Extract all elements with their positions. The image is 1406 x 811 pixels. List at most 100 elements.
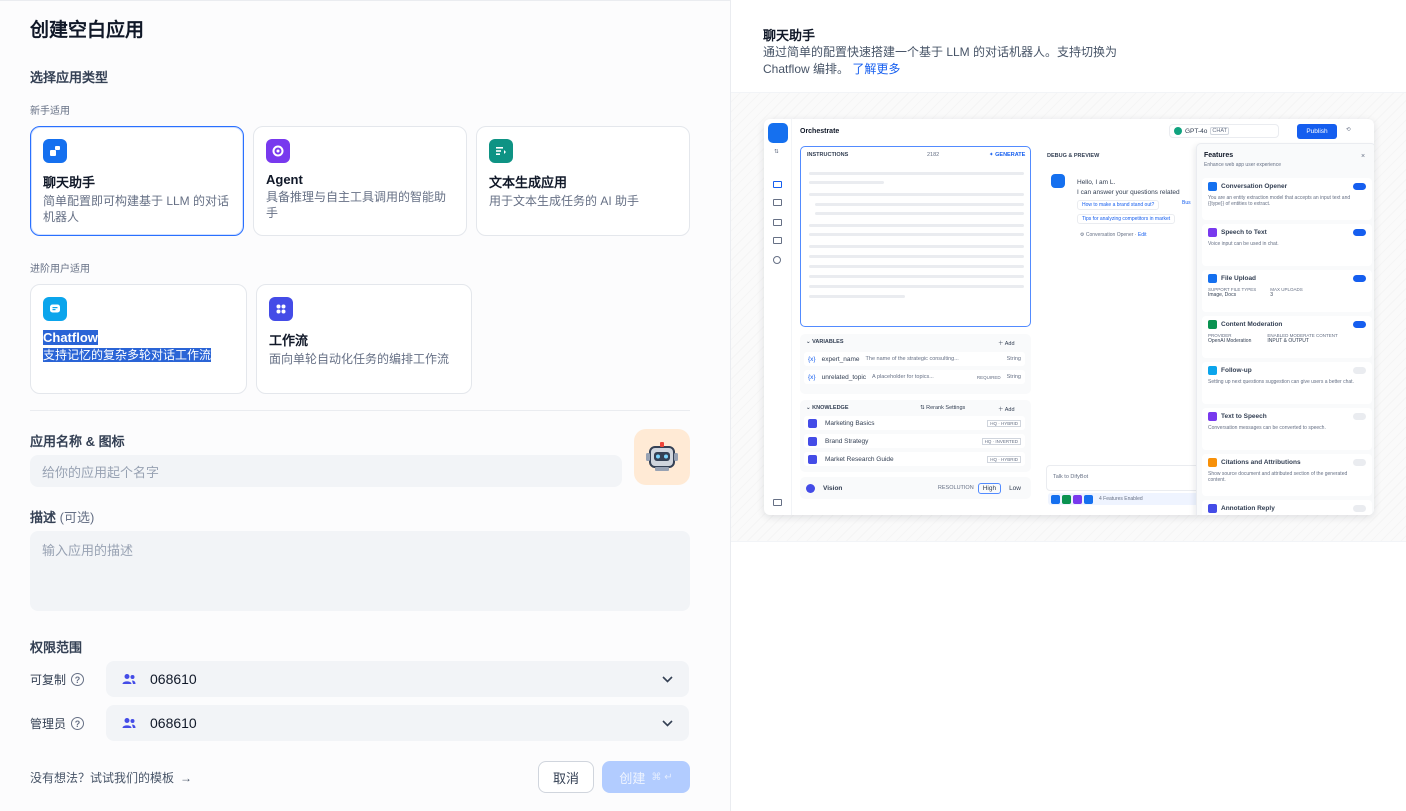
feature-toggle [1353, 229, 1366, 236]
chat-bot-icon [43, 139, 67, 163]
admin-permission-label: 管理员 ? [30, 715, 85, 732]
history-icon: ⟲ [1346, 127, 1351, 133]
model-name: GPT-4o [1185, 127, 1208, 135]
feature-chip-icon [1051, 494, 1060, 504]
app-type-card-agent[interactable]: Agent 具备推理与自主工具调用的智能助手 [253, 126, 467, 236]
text-generation-icon [489, 139, 513, 163]
feature-desc: You are an entity extraction model that … [1208, 195, 1351, 207]
instructions-label: INSTRUCTIONS [807, 152, 849, 158]
feature-toggle [1353, 275, 1366, 282]
card-desc: 简单配置即可构建基于 LLM 的对话机器人 [43, 194, 230, 224]
arrow-right-icon: → [180, 770, 193, 785]
kb-name: Marketing Basics [825, 419, 875, 427]
orchestrate-title: Orchestrate [800, 128, 840, 135]
copy-label-text: 可复制 [30, 673, 67, 687]
knowledge-section: ⌄ KNOWLEDGE ⇅ Rerank Settings ＋ Add Mark… [800, 400, 1031, 472]
features-panel: Features Enhance web app user experience… [1196, 143, 1374, 515]
low-option: Low [1009, 484, 1021, 492]
var-desc: A placeholder for topics... [872, 374, 934, 380]
feature-name: Speech to Text [1221, 229, 1267, 237]
generate-label: GENERATE [995, 152, 1026, 158]
copy-permission-select[interactable]: 068610 [106, 661, 689, 697]
permission-label: 权限范围 [30, 640, 83, 655]
feature-speech-to-text: Speech to Text Voice input can be used i… [1202, 224, 1372, 266]
chevron-down-icon [662, 672, 673, 686]
citation-icon [1208, 458, 1217, 467]
openai-icon [1174, 127, 1182, 135]
app-type-card-chat[interactable]: 聊天助手 简单配置即可构建基于 LLM 的对话机器人 [30, 126, 244, 236]
features-subtitle: Enhance web app user experience [1204, 162, 1281, 168]
chat-input: Talk to DifyBot [1046, 465, 1206, 491]
copy-permission-value: 068610 [150, 671, 197, 687]
feature-name: Citations and Attributions [1221, 459, 1301, 467]
card-desc: 具备推理与自主工具调用的智能助手 [266, 190, 447, 220]
char-count: 2182 [927, 152, 940, 158]
eye-icon [806, 483, 815, 493]
feature-name: File Upload [1221, 275, 1257, 283]
app-icon-picker[interactable] [634, 429, 690, 485]
feature-key: MAX UPLOADS [1270, 287, 1303, 292]
knowledge-row: Brand Strategy HQ · INVERTED [804, 434, 1025, 448]
feature-conversation-opener: Conversation Opener You are an entity ex… [1202, 178, 1372, 220]
feature-value: OpenAI Moderation [1208, 338, 1252, 344]
logs-nav-icon [773, 219, 782, 226]
kb-tag: HQ · HYBRID [987, 419, 1021, 427]
help-icon[interactable]: ? [71, 717, 85, 730]
feature-toggle [1353, 413, 1366, 420]
create-app-form: 创建空白应用 选择应用类型 新手适用 聊天助手 简单配置即可构建基于 LLM 的… [0, 0, 730, 811]
add-variable-label: Add [1004, 341, 1015, 347]
app-type-card-chatflow[interactable]: Chatflow 支持记忆的复杂多轮对话工作流 [30, 284, 247, 394]
help-icon[interactable]: ? [71, 673, 85, 686]
app-type-card-workflow[interactable]: 工作流 面向单轮自动化任务的编排工作流 [256, 284, 472, 394]
card-title: 文本生成应用 [489, 175, 568, 190]
create-button[interactable]: 创建 ⌘ ↵ [602, 761, 690, 793]
var-name: expert_name [821, 355, 860, 363]
var-type: String [1006, 374, 1021, 380]
description-placeholder: 输入应用的描述 [42, 543, 134, 558]
preview-image-area: ⇅ Orchestrate GPT-4o CHAT Publish ⟲ INST… [731, 92, 1406, 542]
publish-label: Publish [1306, 128, 1328, 135]
desc-label: 描述 [30, 510, 57, 525]
kb-tag: HQ · INVERTED [981, 437, 1021, 445]
admin-permission-select[interactable]: 068610 [106, 705, 689, 741]
features-enabled-bar: 4 Features Enabled [1048, 493, 1208, 505]
advanced-label: 进阶用户适用 [30, 264, 90, 275]
knowledge-row: Market Research Guide HQ · HYBRID [804, 452, 1025, 466]
feature-follow-up: Follow-up Setting up next questions sugg… [1202, 362, 1372, 404]
var-required: REQUIRED [976, 374, 1001, 380]
card-title: Chatflow [43, 330, 98, 345]
feature-desc: Voice input can be used in chat. [1208, 241, 1279, 247]
app-type-card-text-generation[interactable]: 文本生成应用 用于文本生成任务的 AI 助手 [476, 126, 690, 236]
template-link[interactable]: 没有想法？试试我们的模板 → [30, 769, 192, 786]
dataset-icon [808, 418, 817, 428]
copy-permission-label: 可复制 ? [30, 671, 85, 688]
feature-name: Annotation Reply [1221, 505, 1275, 513]
vision-section: Vision RESOLUTION High Low [800, 477, 1031, 499]
feature-annotation-reply: Annotation Reply [1202, 500, 1372, 515]
suggested-question-partial: Bus [1182, 200, 1191, 206]
shield-icon [1208, 320, 1217, 329]
description-textarea[interactable]: 输入应用的描述 [30, 531, 690, 611]
feature-chip-icon [1062, 494, 1071, 504]
cancel-button[interactable]: 取消 [538, 761, 594, 793]
preview-title: 聊天助手 [763, 28, 816, 43]
card-desc: 用于文本生成任务的 AI 助手 [489, 194, 640, 208]
robot-icon [646, 442, 678, 471]
preview-sidebar: ⇅ [764, 119, 792, 515]
follow-up-icon [1208, 366, 1217, 375]
var-name: unrelated_topic [821, 373, 867, 381]
feature-name: Text to Speech [1221, 413, 1267, 421]
q2-text: Tips for analyzing competitors in market [1082, 216, 1171, 222]
app-name-input[interactable]: 给你的应用起个名字 [30, 455, 622, 487]
feature-file-upload: File Upload SUPPORT FILE TYPES Image, Doc… [1202, 270, 1372, 312]
variables-section: ⌄ VARIABLES ＋ Add {x} expert_name The nam… [800, 334, 1031, 394]
card-title: Agent [266, 172, 303, 187]
learn-more-link[interactable]: 了解更多 [852, 62, 900, 76]
debug-preview-label: DEBUG & PREVIEW [1047, 153, 1100, 159]
app-name-placeholder: 给你的应用起个名字 [42, 464, 160, 480]
model-tag: CHAT [1210, 127, 1229, 135]
variable-row: {x} unrelated_topic A placeholder for top… [804, 370, 1025, 384]
beginner-label: 新手适用 [30, 106, 70, 117]
features-enabled-text: 4 Features Enabled [1099, 496, 1143, 502]
chevron-down-icon [662, 716, 673, 730]
